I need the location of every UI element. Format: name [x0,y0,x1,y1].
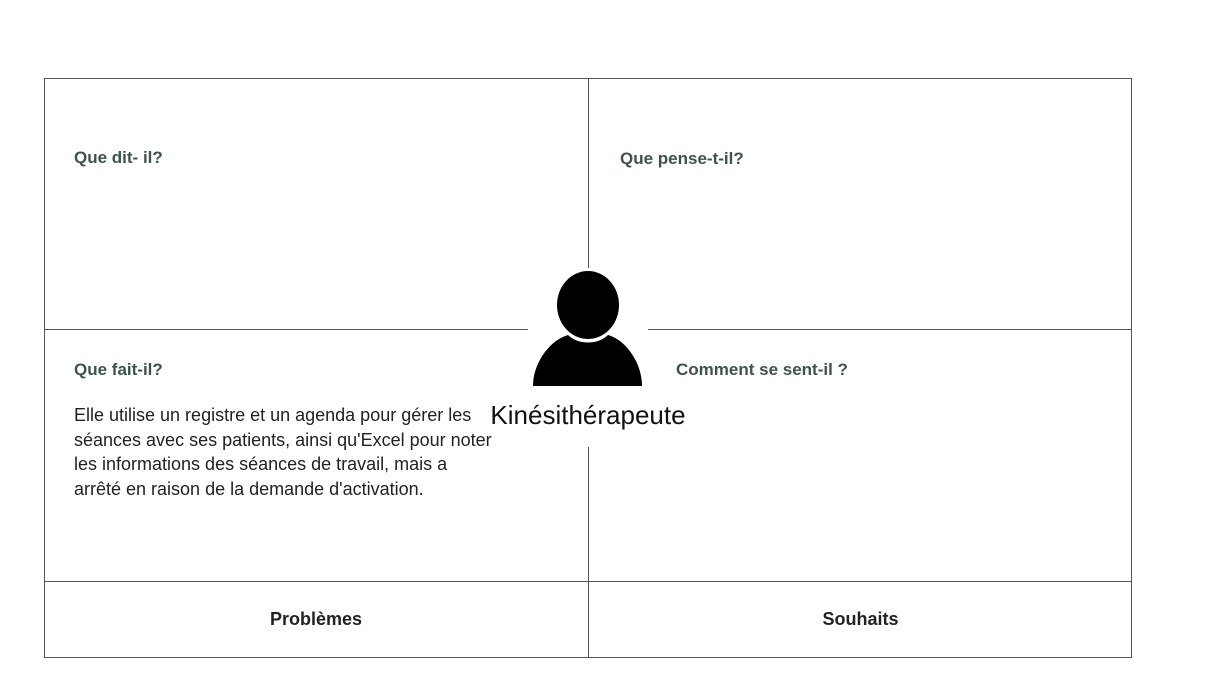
thinks-heading: Que pense-t-il? [620,149,744,168]
does-heading: Que fait-il? [74,360,163,379]
divider-top-left [44,329,534,330]
does-description: Elle utilise un registre et un agenda po… [74,405,492,499]
persona-label: Kinésithérapeute [490,400,686,430]
user-silhouette-icon [528,268,648,390]
divider-top-right [642,329,1132,330]
divider-center-top [588,78,589,272]
feels-heading: Comment se sent-il ? [676,360,848,379]
says-heading: Que dit- il? [74,148,163,167]
problems-label: Problèmes [269,609,363,629]
wishes-label: Souhaits [822,609,899,629]
